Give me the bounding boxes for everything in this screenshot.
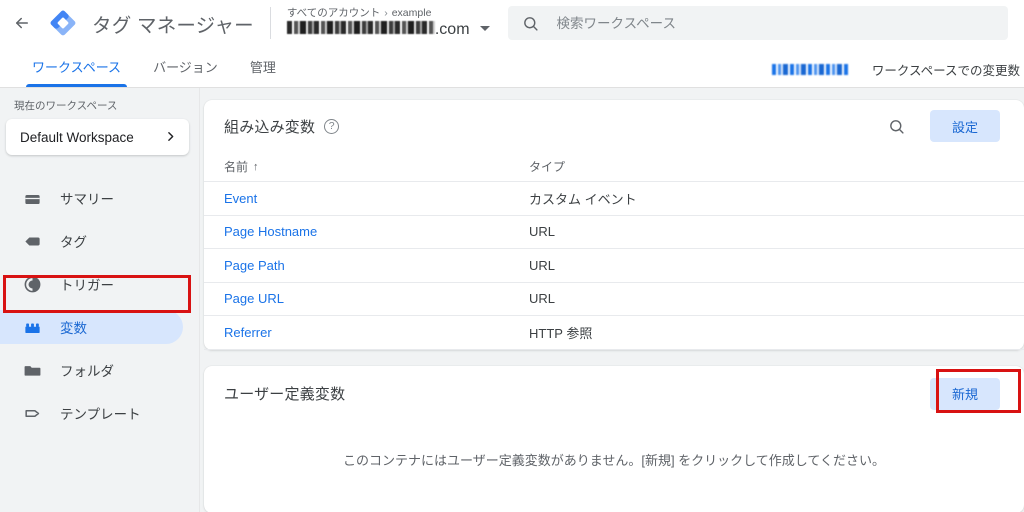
redacted-container-name: [286, 20, 435, 34]
sidebar-item-tags[interactable]: タグ: [0, 224, 183, 258]
template-icon: [22, 403, 42, 423]
user-defined-variables-title: ユーザー定義変数: [224, 386, 346, 403]
current-workspace-label: 現在のワークスペース: [14, 100, 118, 112]
variable-type: URL: [529, 291, 556, 307]
empty-state-message: このコンテナにはユーザー定義変数がありません。[新規] をクリックして作成してく…: [342, 452, 886, 468]
variable-name-link[interactable]: Page URL: [224, 291, 529, 306]
main-content: 組み込み変数 ? 設定 名前 ↑ タイプ Event カスタム イベント Pag…: [200, 88, 1024, 512]
sidebar-item-label: タグ: [60, 235, 87, 250]
folder-icon: [22, 360, 42, 380]
trigger-icon: [22, 274, 42, 294]
summary-icon: [22, 188, 42, 208]
breadcrumb-root[interactable]: すべてのアカウント: [287, 7, 380, 19]
gtm-app-window: タグ マネージャー すべてのアカウント › example .com 検索ワーク…: [0, 0, 1024, 512]
column-header-name[interactable]: 名前 ↑: [224, 158, 529, 175]
sort-ascending-icon: ↑: [253, 160, 259, 173]
breadcrumb-separator: ›: [384, 6, 388, 19]
search-input[interactable]: [554, 14, 975, 32]
sidebar-item-label: トリガー: [60, 278, 114, 293]
caret-down-icon[interactable]: [479, 26, 490, 31]
sidebar-item-triggers[interactable]: トリガー: [0, 267, 183, 301]
container-name-row[interactable]: .com: [286, 20, 490, 40]
container-selector[interactable]: すべてのアカウント › example .com: [286, 2, 490, 44]
table-row[interactable]: Page URL URL: [204, 283, 1024, 316]
variables-icon: [22, 317, 42, 337]
table-row[interactable]: Event カスタム イベント: [204, 182, 1024, 216]
workspace-search-box[interactable]: [507, 6, 1008, 40]
builtin-variables-header: 組み込み変数 ? 設定: [204, 100, 1024, 152]
builtin-variables-card: 組み込み変数 ? 設定 名前 ↑ タイプ Event カスタム イベント Pag…: [204, 100, 1024, 350]
container-name: .com: [286, 20, 470, 40]
user-defined-variables-actions: 新規: [929, 377, 1000, 410]
workspace-selector-card[interactable]: Default Workspace: [6, 119, 189, 155]
gtm-diamond-logo-icon: [48, 8, 78, 38]
variable-type: カスタム イベント: [529, 191, 637, 207]
table-header-row: 名前 ↑ タイプ: [204, 152, 1024, 182]
redacted-publish-link[interactable]: [771, 64, 850, 75]
sidebar-item-folders[interactable]: フォルダ: [0, 353, 183, 387]
table-row[interactable]: Referrer HTTP 参照: [204, 316, 1024, 350]
column-header-type[interactable]: タイプ: [529, 158, 565, 175]
sidebar-item-label: フォルダ: [60, 364, 114, 379]
variable-name-link[interactable]: Event: [224, 191, 529, 206]
sidebar-item-label: テンプレート: [60, 407, 141, 422]
tab-admin[interactable]: 管理: [234, 46, 292, 87]
sidebar-nav-list: サマリー タグ トリガー 変数 フォルダ テンプレート: [0, 181, 199, 430]
tab-bar-actions: ワークスペースでの変更数: [771, 60, 1024, 87]
breadcrumb: すべてのアカウント › example: [287, 7, 490, 20]
table-row[interactable]: Page Hostname URL: [204, 216, 1024, 249]
column-header-name-label: 名前: [224, 160, 249, 174]
variable-name-link[interactable]: Page Path: [224, 258, 529, 273]
variable-name-link[interactable]: Page Hostname: [224, 224, 529, 239]
search-icon: [522, 15, 539, 32]
tab-versions[interactable]: バージョン: [137, 46, 234, 87]
sidebar-item-label: 変数: [60, 321, 87, 336]
builtin-variables-table: 名前 ↑ タイプ Event カスタム イベント Page Hostname U…: [204, 152, 1024, 350]
configure-button[interactable]: 設定: [929, 110, 1000, 142]
variable-type: URL: [529, 224, 556, 240]
sidebar-item-templates[interactable]: テンプレート: [0, 396, 183, 430]
sidebar-item-variables[interactable]: 変数: [0, 310, 183, 344]
new-variable-button[interactable]: 新規: [929, 377, 1000, 410]
back-arrow-icon[interactable]: [2, 3, 42, 43]
table-row[interactable]: Page Path URL: [204, 249, 1024, 283]
sidebar-item-summary[interactable]: サマリー: [0, 181, 183, 215]
user-defined-variables-card: ユーザー定義変数 新規 このコンテナにはユーザー定義変数がありません。[新規] …: [204, 365, 1024, 512]
search-icon[interactable]: [886, 115, 908, 137]
variable-type: HTTP 参照: [529, 325, 593, 341]
help-circle-icon[interactable]: ?: [324, 118, 340, 134]
sidebar-item-label: サマリー: [60, 192, 114, 207]
top-bar: タグ マネージャー すべてのアカウント › example .com: [0, 0, 1024, 46]
variable-type: URL: [529, 257, 556, 273]
workspace-changes-label[interactable]: ワークスペースでの変更数: [872, 60, 1020, 79]
breadcrumb-account[interactable]: example: [392, 7, 432, 19]
builtin-variables-title: 組み込み変数: [224, 118, 316, 136]
sidebar: 現在のワークスペース Default Workspace サマリー タグ トリガ…: [0, 88, 200, 512]
tab-bar: ワークスペース バージョン 管理 ワークスペースでの変更数: [0, 46, 1024, 88]
page-title: タグ マネージャー: [92, 14, 254, 37]
tab-list: ワークスペース バージョン 管理: [0, 46, 292, 87]
builtin-variables-actions: 設定: [886, 110, 1000, 142]
variable-name-link[interactable]: Referrer: [224, 325, 529, 340]
chevron-right-icon[interactable]: [164, 130, 177, 145]
tab-workspace[interactable]: ワークスペース: [16, 46, 137, 87]
workspace-name: Default Workspace: [20, 129, 134, 145]
container-name-suffix: .com: [434, 20, 470, 38]
header-divider: [269, 7, 271, 39]
tag-icon: [22, 231, 42, 251]
user-defined-variables-header: ユーザー定義変数 新規: [204, 366, 1024, 422]
